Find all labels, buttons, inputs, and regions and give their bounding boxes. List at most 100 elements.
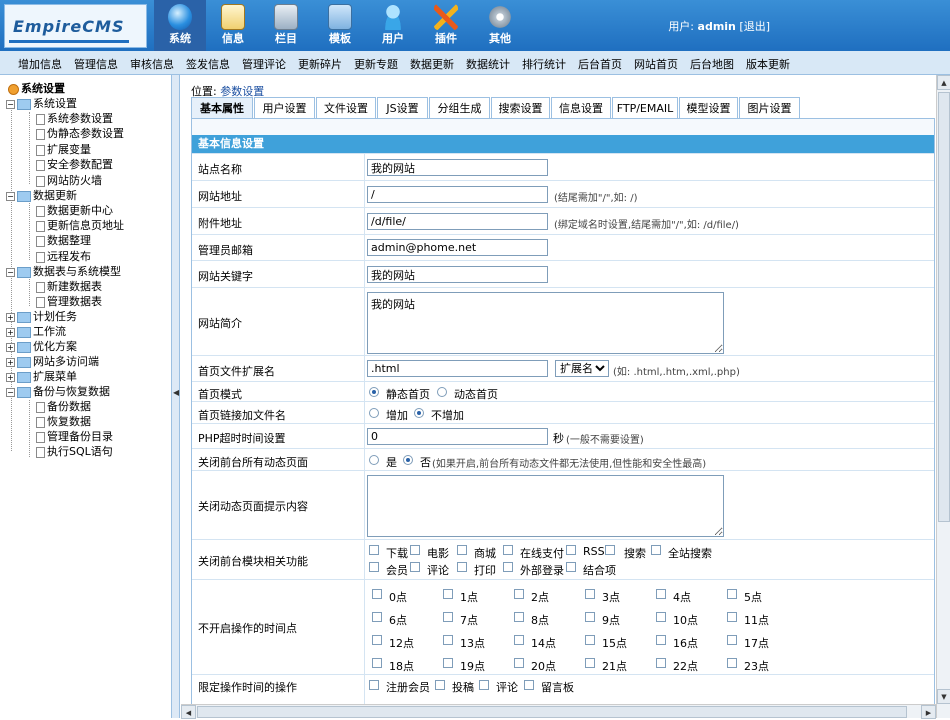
hour-checkbox[interactable] — [372, 658, 382, 668]
admin-email-input[interactable] — [367, 239, 548, 256]
sidebar-splitter[interactable]: ◀ — [172, 75, 180, 718]
hour-checkbox[interactable] — [372, 635, 382, 645]
tree-folder-ext-menu[interactable]: + 扩展菜单 — [6, 369, 77, 384]
nav-system[interactable]: 系统 — [154, 0, 206, 51]
limit-checkbox[interactable] — [479, 680, 489, 690]
tree-root[interactable]: 系统设置 — [8, 81, 65, 96]
tree-item[interactable]: 数据更新中心 — [36, 203, 113, 218]
tab-model[interactable]: 模型设置 — [679, 97, 738, 119]
quick-nav-item[interactable]: 版本更新 — [746, 56, 790, 72]
tree-item[interactable]: 系统参数设置 — [36, 111, 113, 126]
expand-icon[interactable]: + — [6, 372, 15, 382]
quick-nav-item[interactable]: 网站首页 — [634, 56, 678, 72]
tree-folder-tasks[interactable]: + 计划任务 — [6, 309, 77, 324]
collapse-icon[interactable]: − — [6, 191, 15, 201]
module-checkbox[interactable] — [457, 562, 467, 572]
hour-checkbox[interactable] — [727, 635, 737, 645]
tree-item[interactable]: 伪静态参数设置 — [36, 126, 124, 141]
expand-icon[interactable]: + — [6, 312, 15, 322]
tree-folder-multi-access[interactable]: + 网站多访问端 — [6, 354, 99, 369]
radio-dynamic-index[interactable] — [437, 387, 447, 397]
tree-folder-system[interactable]: − 系统设置 — [6, 96, 77, 111]
tree-item[interactable]: 执行SQL语句 — [36, 444, 113, 459]
collapse-icon[interactable]: − — [6, 387, 15, 397]
attach-url-input[interactable] — [367, 213, 548, 230]
tree-folder-backup[interactable]: − 备份与恢复数据 — [6, 384, 110, 399]
tree-item[interactable]: 管理备份目录 — [36, 429, 113, 444]
hour-checkbox[interactable] — [727, 612, 737, 622]
expand-icon[interactable]: + — [6, 342, 15, 352]
radio-no-filename[interactable] — [414, 408, 424, 418]
radio-close-no[interactable] — [403, 455, 413, 465]
hour-checkbox[interactable] — [443, 589, 453, 599]
hour-checkbox[interactable] — [585, 589, 595, 599]
limit-checkbox[interactable] — [435, 680, 445, 690]
hour-checkbox[interactable] — [443, 635, 453, 645]
keywords-input[interactable] — [367, 266, 548, 283]
logo[interactable]: EmpireCMS — [4, 4, 147, 48]
quick-nav-item[interactable]: 后台首页 — [578, 56, 622, 72]
tab-basic[interactable]: 基本属性 — [191, 97, 253, 119]
quick-nav-item[interactable]: 签发信息 — [186, 56, 230, 72]
tree-folder-tables[interactable]: − 数据表与系统模型 — [6, 264, 121, 279]
hour-checkbox[interactable] — [372, 612, 382, 622]
hour-checkbox[interactable] — [443, 658, 453, 668]
tree-item[interactable]: 更新信息页地址 — [36, 218, 124, 233]
tree-folder-workflow[interactable]: + 工作流 — [6, 324, 66, 339]
collapse-icon[interactable]: − — [6, 99, 15, 109]
hour-checkbox[interactable] — [514, 589, 524, 599]
nav-template[interactable]: 模板 — [314, 0, 366, 51]
horizontal-scrollbar[interactable]: ◀ ▶ — [181, 704, 936, 719]
quick-nav-item[interactable]: 管理评论 — [242, 56, 286, 72]
scroll-right-icon[interactable]: ▶ — [921, 705, 936, 719]
hour-checkbox[interactable] — [727, 658, 737, 668]
nav-info[interactable]: 信息 — [207, 0, 259, 51]
tab-file[interactable]: 文件设置 — [316, 97, 376, 119]
hour-checkbox[interactable] — [514, 612, 524, 622]
close-msg-textarea[interactable] — [367, 475, 724, 537]
logout-link[interactable]: [退出] — [739, 20, 770, 33]
index-ext-input[interactable] — [367, 360, 548, 377]
quick-nav-item[interactable]: 后台地图 — [690, 56, 734, 72]
site-url-input[interactable] — [367, 186, 548, 203]
tree-item[interactable]: 扩展变量 — [36, 142, 91, 157]
collapse-icon[interactable]: − — [6, 267, 15, 277]
tab-image[interactable]: 图片设置 — [739, 97, 800, 119]
hour-checkbox[interactable] — [585, 635, 595, 645]
module-checkbox[interactable] — [410, 545, 420, 555]
tab-group-gen[interactable]: 分组生成 — [429, 97, 490, 119]
expand-icon[interactable]: + — [6, 327, 15, 337]
limit-checkbox[interactable] — [369, 680, 379, 690]
quick-nav-item[interactable]: 更新碎片 — [298, 56, 342, 72]
scroll-thumb[interactable] — [197, 706, 907, 718]
hour-checkbox[interactable] — [443, 612, 453, 622]
hour-checkbox[interactable] — [656, 658, 666, 668]
tab-info[interactable]: 信息设置 — [551, 97, 611, 119]
scroll-down-icon[interactable]: ▼ — [937, 689, 950, 704]
hour-checkbox[interactable] — [372, 589, 382, 599]
hour-checkbox[interactable] — [514, 658, 524, 668]
nav-column[interactable]: 栏目 — [260, 0, 312, 51]
tab-ftp-email[interactable]: FTP/EMAIL — [612, 97, 678, 119]
tree-item[interactable]: 安全参数配置 — [36, 157, 113, 172]
site-name-input[interactable] — [367, 159, 548, 176]
hour-checkbox[interactable] — [656, 589, 666, 599]
scroll-up-icon[interactable]: ▲ — [937, 75, 950, 90]
hour-checkbox[interactable] — [585, 612, 595, 622]
quick-nav-item[interactable]: 数据更新 — [410, 56, 454, 72]
module-checkbox[interactable] — [369, 545, 379, 555]
module-checkbox[interactable] — [503, 545, 513, 555]
hour-checkbox[interactable] — [656, 612, 666, 622]
intro-textarea[interactable]: 我的网站 — [367, 292, 724, 354]
tab-search[interactable]: 搜索设置 — [491, 97, 550, 119]
module-checkbox[interactable] — [410, 562, 420, 572]
nav-plugin[interactable]: 插件 — [420, 0, 472, 51]
scroll-left-icon[interactable]: ◀ — [181, 705, 196, 719]
tree-folder-data-update[interactable]: − 数据更新 — [6, 188, 77, 203]
tree-item[interactable]: 管理数据表 — [36, 294, 102, 309]
tab-user[interactable]: 用户设置 — [254, 97, 315, 119]
quick-nav-item[interactable]: 增加信息 — [18, 56, 62, 72]
tree-item[interactable]: 新建数据表 — [36, 279, 102, 294]
tree-item[interactable]: 远程发布 — [36, 249, 91, 264]
expand-icon[interactable]: + — [6, 357, 15, 367]
